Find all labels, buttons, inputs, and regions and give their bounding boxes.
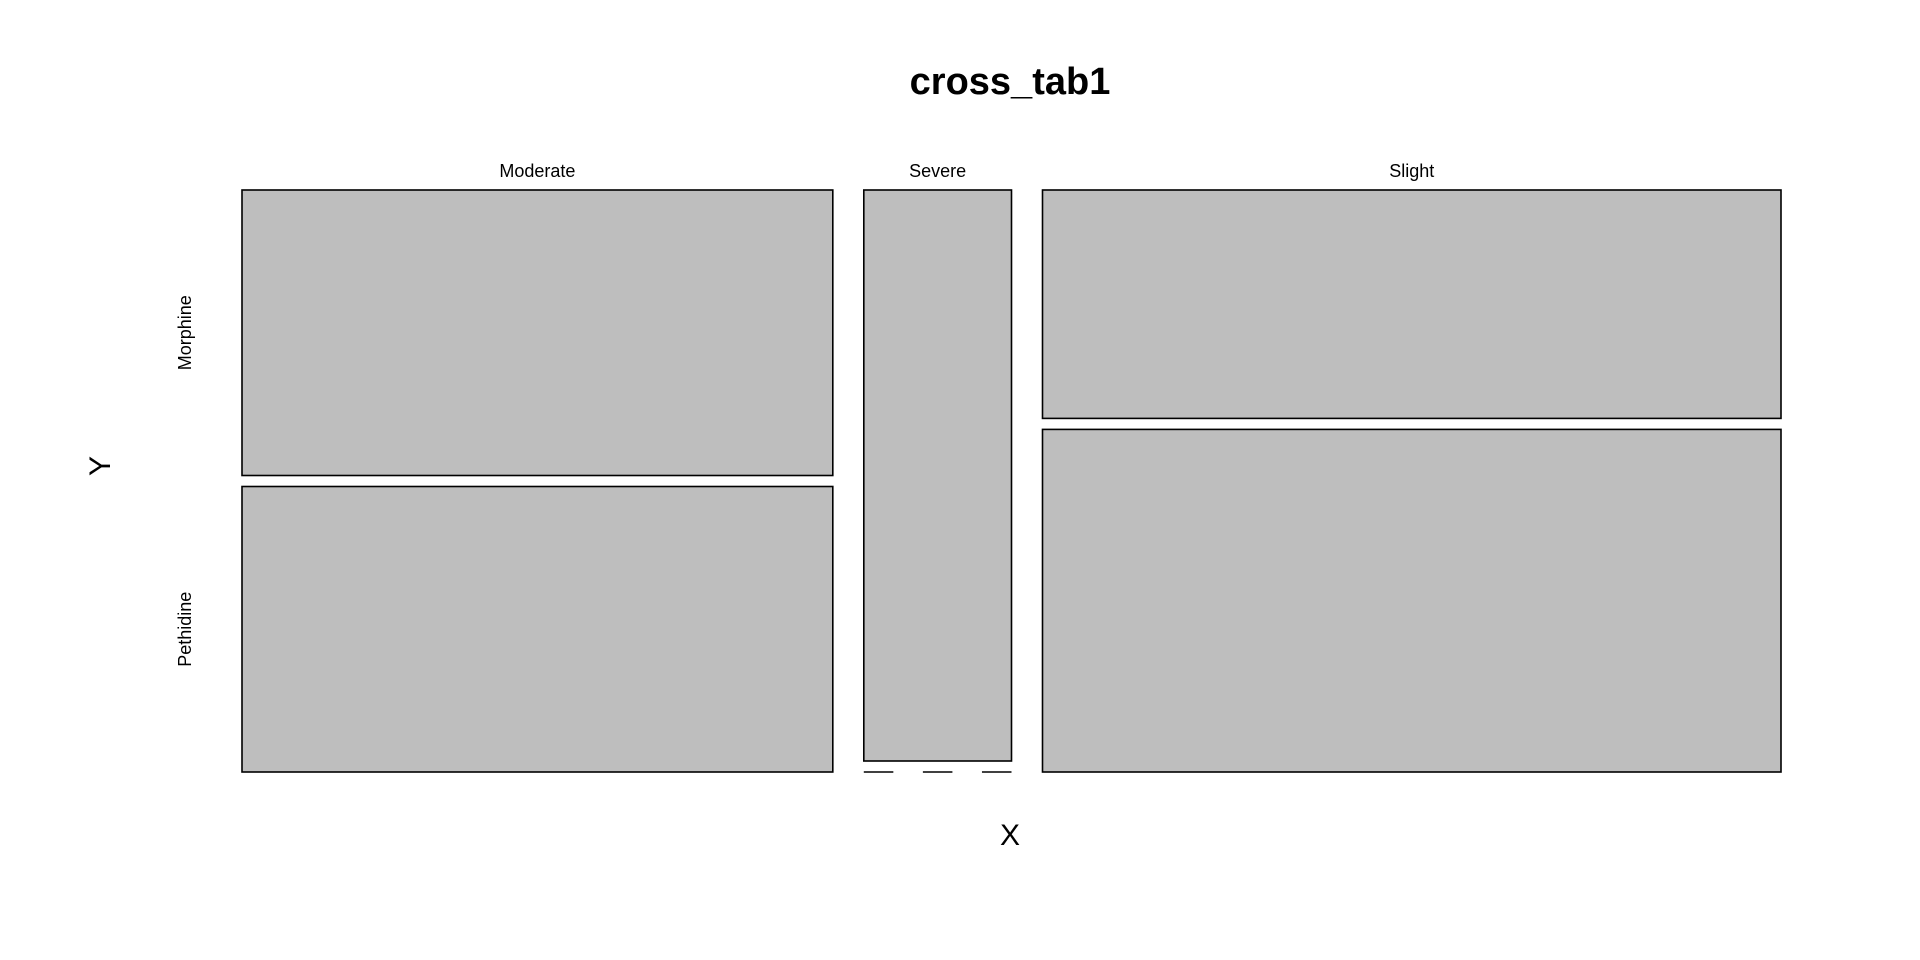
tile-severe-morphine xyxy=(862,189,1013,762)
x-axis-label: X xyxy=(1000,819,1020,852)
tile-slight-morphine xyxy=(1041,189,1782,420)
row-label-pethidine: Pethidine xyxy=(175,592,195,667)
tile-moderate-pethidine xyxy=(241,485,834,773)
tile-slight-pethidine xyxy=(1041,428,1782,773)
chart-title: cross_tab1 xyxy=(910,61,1111,103)
y-axis-label: Y xyxy=(84,456,117,476)
column-label-moderate: Moderate xyxy=(499,161,575,181)
row-label-morphine: Morphine xyxy=(175,295,195,370)
column-label-slight: Slight xyxy=(1389,161,1434,181)
plot-area: Moderate Severe Slight Morphine Pethidine xyxy=(175,161,1782,773)
tile-moderate-morphine xyxy=(241,189,834,477)
mosaic-plot: cross_tab1 X Y Moderate Severe Slight Morph… xyxy=(84,61,1782,852)
column-label-severe: Severe xyxy=(909,161,966,181)
